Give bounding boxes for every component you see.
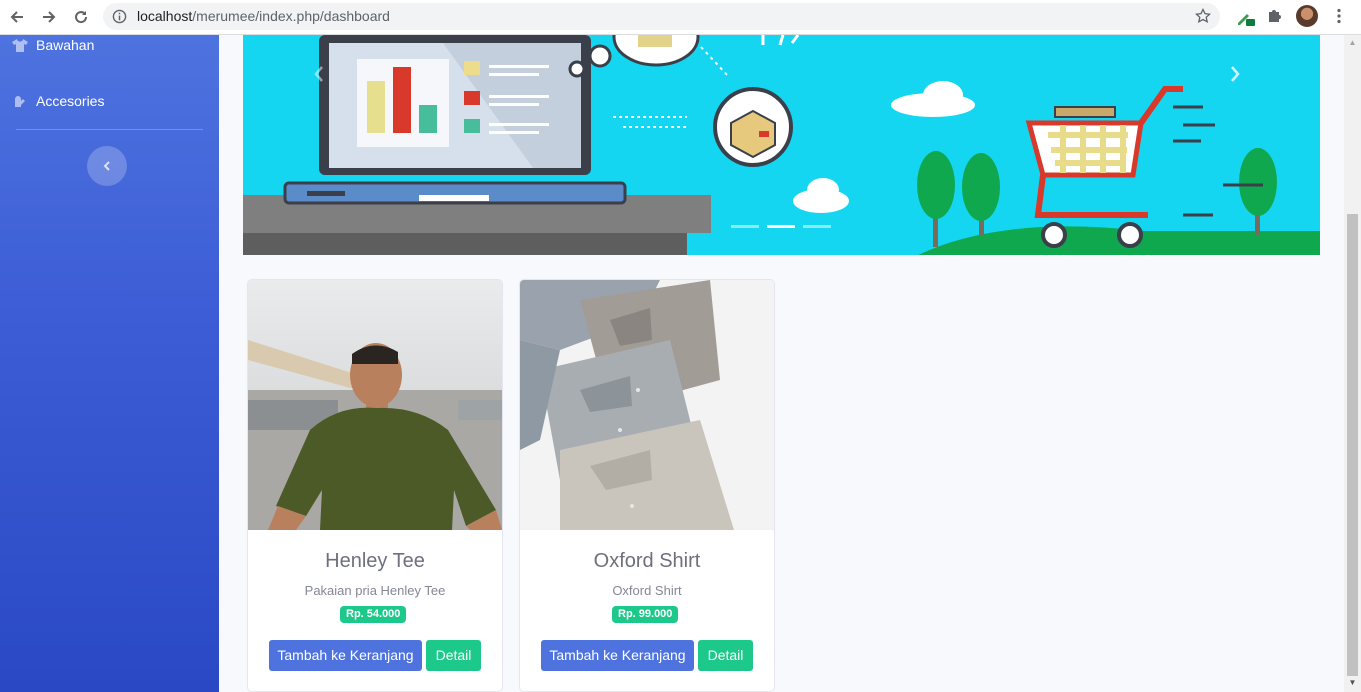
sidebar-item-accesories[interactable]: Accesories bbox=[12, 93, 104, 109]
carousel-indicator[interactable] bbox=[731, 225, 759, 228]
arrow-left-icon bbox=[10, 11, 23, 23]
product-card: Henley Tee Pakaian pria Henley Tee Rp. 5… bbox=[247, 279, 503, 692]
reload-button[interactable] bbox=[69, 5, 93, 29]
forward-button[interactable] bbox=[37, 5, 61, 29]
info-icon[interactable] bbox=[112, 9, 127, 24]
chevron-left-icon bbox=[103, 161, 110, 171]
extension-eyedropper-icon[interactable] bbox=[1234, 6, 1256, 28]
chevron-right-icon bbox=[1231, 66, 1240, 82]
banner-illustration bbox=[243, 35, 1320, 255]
back-button[interactable] bbox=[5, 5, 29, 29]
profile-avatar[interactable] bbox=[1296, 5, 1318, 27]
sidebar-item-label: Accesories bbox=[36, 93, 105, 109]
bookmark-star-icon[interactable] bbox=[1195, 8, 1211, 24]
carousel-prev-button[interactable] bbox=[313, 65, 333, 89]
sidebar: Bawahan Accesories bbox=[0, 35, 219, 692]
product-description: Oxford Shirt bbox=[612, 583, 682, 598]
product-image bbox=[248, 280, 502, 530]
product-name: Oxford Shirt bbox=[593, 550, 701, 572]
extensions-puzzle-icon[interactable] bbox=[1266, 6, 1284, 24]
sidebar-divider bbox=[16, 129, 203, 130]
price-badge: Rp. 54.000 bbox=[340, 606, 407, 623]
price-badge: Rp. 99.000 bbox=[612, 606, 679, 623]
add-to-cart-button[interactable]: Tambah ke Keranjang bbox=[269, 640, 422, 671]
product-card: Oxford Shirt Oxford Shirt Rp. 99.000 Tam… bbox=[519, 279, 775, 692]
chevron-left-icon bbox=[314, 66, 323, 82]
carousel-indicator[interactable] bbox=[803, 225, 831, 228]
scrollbar-thumb[interactable] bbox=[1347, 214, 1358, 676]
carousel-next-button[interactable] bbox=[1229, 65, 1249, 89]
sidebar-toggle-button[interactable] bbox=[87, 146, 127, 186]
carousel-indicator-active[interactable] bbox=[767, 225, 795, 228]
add-to-cart-button[interactable]: Tambah ke Keranjang bbox=[541, 640, 694, 671]
browser-toolbar: localhost/merumee/index.php/dashboard bbox=[0, 0, 1361, 35]
product-name: Henley Tee bbox=[325, 550, 425, 572]
url-path: /merumee/index.php/dashboard bbox=[192, 8, 390, 24]
mitten-icon bbox=[12, 94, 28, 108]
url-host: localhost bbox=[137, 8, 193, 24]
carousel-banner bbox=[243, 35, 1320, 255]
scroll-up-arrow-icon[interactable]: ▲ bbox=[1347, 38, 1358, 48]
carousel-indicators bbox=[731, 225, 831, 228]
tshirt-icon bbox=[12, 38, 28, 52]
product-description: Pakaian pria Henley Tee bbox=[304, 583, 446, 598]
menu-dots-icon[interactable] bbox=[1331, 8, 1347, 24]
arrow-right-icon bbox=[43, 11, 56, 23]
detail-button[interactable]: Detail bbox=[698, 640, 753, 671]
address-bar[interactable]: localhost/merumee/index.php/dashboard bbox=[103, 3, 1220, 30]
url-text: localhost/merumee/index.php/dashboard bbox=[137, 8, 390, 24]
sidebar-item-label: Bawahan bbox=[36, 37, 95, 53]
product-image bbox=[520, 280, 774, 530]
reload-icon bbox=[75, 11, 88, 24]
scroll-down-arrow-icon[interactable]: ▼ bbox=[1347, 678, 1358, 688]
detail-button[interactable]: Detail bbox=[426, 640, 481, 671]
sidebar-item-bawahan[interactable]: Bawahan bbox=[12, 37, 94, 53]
